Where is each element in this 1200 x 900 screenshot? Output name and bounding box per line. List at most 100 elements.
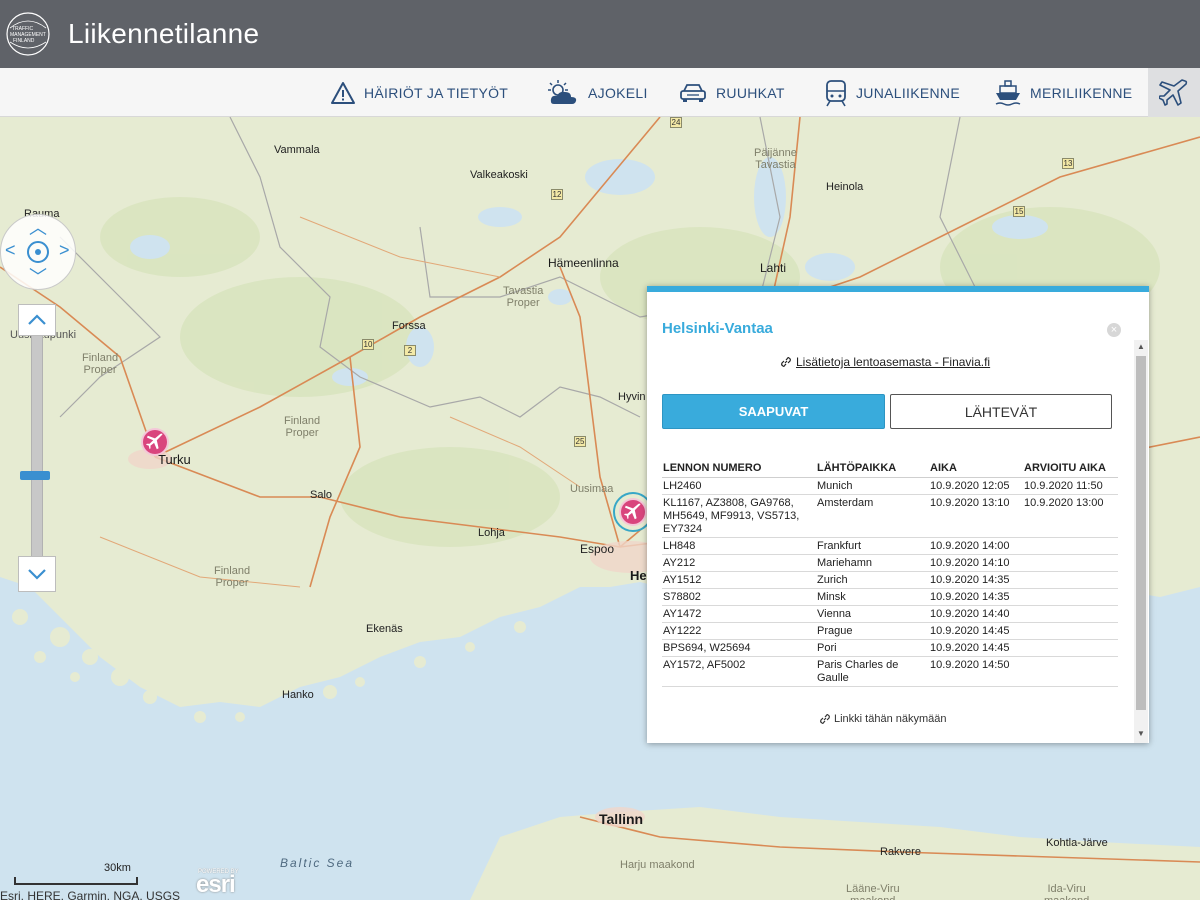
airplane-icon bbox=[1159, 78, 1188, 106]
table-row: AY1572, AF5002 Paris Charles de Gaulle 10.… bbox=[662, 656, 1118, 687]
map-attribution[interactable]: Esri, HERE, Garmin, NGA, USGS bbox=[0, 889, 180, 900]
chevron-down-icon bbox=[28, 569, 46, 580]
place-finland-proper-south: Finland Proper bbox=[214, 565, 251, 589]
flight-number-cell: AY1222 bbox=[662, 622, 816, 640]
nav-disruptions[interactable]: HÄIRIÖT JA TIETYÖT bbox=[330, 68, 508, 117]
nav-road-weather[interactable]: AJOKELI bbox=[544, 68, 648, 117]
warning-icon bbox=[331, 81, 355, 104]
link-icon bbox=[820, 714, 830, 724]
place-lahti: Lahti bbox=[760, 261, 787, 275]
place-laane-viru: Lääne-Viru maakond bbox=[846, 883, 900, 900]
airplane-icon bbox=[146, 433, 163, 450]
origin-cell: Minsk bbox=[816, 588, 929, 606]
zoom-in-button[interactable] bbox=[18, 304, 56, 336]
traffic-nav-bar: HÄIRIÖT JA TIETYÖT AJOKELI RUUHKAT JUNAL… bbox=[0, 68, 1200, 117]
place-rakvere: Rakvere bbox=[880, 846, 921, 858]
airport-marker-helsinki-vantaa[interactable] bbox=[619, 498, 647, 526]
flight-number-cell: BPS694, W25694 bbox=[662, 639, 816, 657]
origin-cell: Vienna bbox=[816, 605, 929, 623]
nav-road-weather-label: AJOKELI bbox=[588, 84, 648, 101]
view-link[interactable]: Linkki tähän näkymään bbox=[819, 713, 947, 725]
place-harju: Harju maakond bbox=[620, 859, 695, 871]
time-cell: 10.9.2020 14:45 bbox=[929, 622, 1023, 640]
pan-center-dot bbox=[35, 249, 41, 255]
place-tavastia-proper: Tavastia Proper bbox=[503, 285, 544, 309]
popup-title: Helsinki-Vantaa bbox=[662, 320, 773, 337]
table-row: AY1222 Prague 10.9.2020 14:45 bbox=[662, 622, 1118, 640]
road-shield: 25 bbox=[574, 436, 586, 447]
scroll-up-icon[interactable]: ▲ bbox=[1137, 342, 1145, 351]
place-valkeakoski: Valkeakoski bbox=[470, 169, 528, 181]
airport-popup: Helsinki-Vantaa × Lisätietoja lentoasema… bbox=[647, 286, 1149, 743]
flight-number-cell: LH2460 bbox=[662, 477, 816, 495]
nav-marine-traffic-label: MERILIIKENNE bbox=[1030, 84, 1133, 101]
arrivals-tab[interactable]: SAAPUVAT bbox=[662, 394, 885, 429]
nav-air-traffic[interactable] bbox=[1148, 68, 1200, 117]
pan-up-icon[interactable]: ︿ bbox=[29, 214, 47, 240]
flight-number-cell: AY1512 bbox=[662, 571, 816, 589]
chevron-up-icon bbox=[28, 314, 46, 325]
close-icon[interactable]: × bbox=[1107, 323, 1121, 337]
estimated-time-cell bbox=[1023, 605, 1118, 623]
esri-logo[interactable]: esri bbox=[196, 871, 236, 899]
link-icon bbox=[781, 357, 791, 367]
road-shield: 10 bbox=[362, 339, 374, 350]
finavia-info-link[interactable]: Lisätietoja lentoasemasta - Finavia.fi bbox=[780, 355, 990, 369]
scroll-down-icon[interactable]: ▼ bbox=[1137, 729, 1145, 738]
time-cell: 10.9.2020 14:35 bbox=[929, 588, 1023, 606]
zoom-slider-handle[interactable] bbox=[20, 471, 50, 480]
nav-congestion[interactable]: RUUHKAT bbox=[678, 68, 785, 117]
pan-control[interactable]: ︿ < > ﹀ bbox=[0, 214, 76, 290]
origin-cell: Paris Charles de Gaulle bbox=[816, 656, 929, 687]
place-baltic-sea: Baltic Sea bbox=[280, 856, 355, 870]
place-finland-proper-center: Finland Proper bbox=[284, 415, 321, 439]
estimated-time-cell bbox=[1023, 571, 1118, 589]
table-row: BPS694, W25694 Pori 10.9.2020 14:45 bbox=[662, 639, 1118, 657]
origin-cell: Mariehamn bbox=[816, 554, 929, 572]
place-helsinki: He bbox=[630, 568, 647, 583]
logo-text: FINLAND bbox=[13, 38, 35, 44]
pan-down-icon[interactable]: ﹀ bbox=[29, 263, 47, 289]
time-cell: 10.9.2020 14:35 bbox=[929, 571, 1023, 589]
estimated-time-cell: 10.9.2020 11:50 bbox=[1023, 477, 1118, 495]
origin-cell: Prague bbox=[816, 622, 929, 640]
nav-rail-traffic-label: JUNALIIKENNE bbox=[856, 84, 960, 101]
flight-number-cell: KL1167, AZ3808, GA9768, MH5649, MF9913, … bbox=[662, 494, 816, 538]
time-cell: 10.9.2020 14:50 bbox=[929, 656, 1023, 687]
time-cell: 10.9.2020 14:00 bbox=[929, 537, 1023, 555]
airport-marker-turku[interactable] bbox=[141, 428, 169, 456]
nav-rail-traffic[interactable]: JUNALIIKENNE bbox=[824, 68, 960, 117]
table-row: S78802 Minsk 10.9.2020 14:35 bbox=[662, 588, 1118, 606]
table-row: AY212 Mariehamn 10.9.2020 14:10 bbox=[662, 554, 1118, 572]
scale-label: 30km bbox=[104, 862, 131, 874]
road-shield: 12 bbox=[551, 189, 563, 200]
column-header-estimated-time: ARVIOITU AIKA bbox=[1023, 462, 1118, 478]
column-header-time: AIKA bbox=[929, 462, 1023, 478]
app-header: TRAFFIC MANAGEMENT FINLAND Liikennetilan… bbox=[0, 0, 1200, 68]
time-cell: 10.9.2020 14:45 bbox=[929, 639, 1023, 657]
car-icon bbox=[680, 83, 706, 102]
estimated-time-cell bbox=[1023, 537, 1118, 555]
nav-marine-traffic[interactable]: MERILIIKENNE bbox=[994, 68, 1132, 117]
zoom-out-button[interactable] bbox=[18, 556, 56, 592]
origin-cell: Amsterdam bbox=[816, 494, 929, 538]
pan-left-icon[interactable]: < bbox=[5, 240, 16, 261]
time-cell: 10.9.2020 12:05 bbox=[929, 477, 1023, 495]
zoom-slider-track[interactable] bbox=[31, 336, 43, 556]
time-cell: 10.9.2020 14:10 bbox=[929, 554, 1023, 572]
time-cell: 10.9.2020 14:40 bbox=[929, 605, 1023, 623]
place-tallinn: Tallinn bbox=[599, 811, 644, 827]
departures-tab[interactable]: LÄHTEVÄT bbox=[890, 394, 1112, 429]
train-icon bbox=[826, 79, 846, 106]
table-row: LH848 Frankfurt 10.9.2020 14:00 bbox=[662, 537, 1118, 555]
place-finland-proper-north: Finland Proper bbox=[82, 352, 119, 376]
traffic-management-finland-logo[interactable]: TRAFFIC MANAGEMENT FINLAND bbox=[4, 10, 56, 58]
place-ida-viru: Ida-Viru maakond bbox=[1044, 883, 1089, 900]
origin-cell: Frankfurt bbox=[816, 537, 929, 555]
popup-scrollbar-thumb[interactable] bbox=[1136, 356, 1146, 710]
popup-scrollbar[interactable]: ▲ ▼ bbox=[1134, 340, 1148, 743]
pan-right-icon[interactable]: > bbox=[59, 240, 70, 261]
estimated-time-cell bbox=[1023, 588, 1118, 606]
nav-disruptions-label: HÄIRIÖT JA TIETYÖT bbox=[364, 84, 509, 101]
estimated-time-cell bbox=[1023, 639, 1118, 657]
